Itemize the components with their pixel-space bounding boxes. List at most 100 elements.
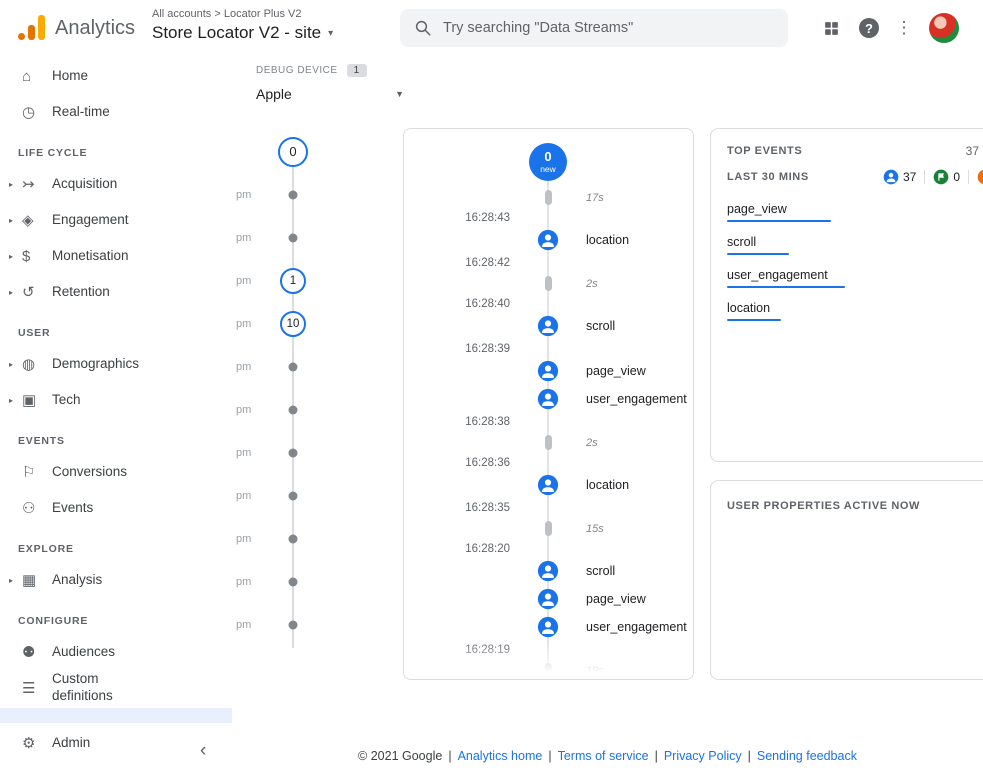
person-event-icon	[537, 560, 559, 582]
minute-label: pm	[236, 232, 251, 244]
stream-row-time: 16:28:36	[404, 454, 693, 471]
footer-link-terms-of-service[interactable]: Terms of service	[558, 749, 649, 763]
sidebar-item-admin[interactable]: ⚙Admin	[0, 725, 232, 761]
event-name[interactable]: user_engagement	[574, 392, 687, 406]
tech-icon: ▣	[20, 391, 52, 409]
footer-link-sending-feedback[interactable]: Sending feedback	[757, 749, 857, 763]
sidebar-item-analysis[interactable]: ▸▦Analysis	[0, 562, 232, 598]
debug-device-selected: Apple	[256, 86, 292, 102]
expand-arrow-icon[interactable]: ▸	[0, 252, 20, 261]
sidebar-item-label: Analysis	[52, 572, 102, 589]
breadcrumb[interactable]: All accounts > Locator Plus V2	[152, 8, 333, 20]
flag-icon	[933, 169, 949, 185]
counter-value: 37	[903, 170, 916, 184]
person-event-icon	[537, 315, 559, 337]
top-event-row[interactable]: location	[727, 301, 979, 321]
minute-count-circle[interactable]: 0	[278, 137, 308, 167]
apps-grid-icon[interactable]	[823, 20, 840, 37]
sidebar-item-acquisition[interactable]: ▸↣Acquisition	[0, 166, 232, 202]
minute-dot[interactable]	[289, 405, 298, 414]
expand-arrow-icon[interactable]: ▸	[0, 180, 20, 189]
new-events-badge[interactable]: 0new	[529, 143, 567, 181]
gap-bar	[545, 276, 552, 291]
top-events-total: 37	[966, 144, 979, 158]
user-icon	[883, 169, 899, 185]
expand-arrow-icon[interactable]: ▸	[0, 216, 20, 225]
sidebar-item-demographics[interactable]: ▸◍Demographics	[0, 346, 232, 382]
analysis-icon: ▦	[20, 571, 52, 589]
event-name[interactable]: scroll	[574, 319, 615, 333]
sidebar-item-custom-definitions[interactable]: ☰Custom definitions	[0, 670, 232, 706]
minute-dot[interactable]	[289, 620, 298, 629]
top-event-row[interactable]: scroll	[727, 235, 979, 255]
sidebar-item-conversions[interactable]: ⚐Conversions	[0, 454, 232, 490]
sidebar-item-tech[interactable]: ▸▣Tech	[0, 382, 232, 418]
sidebar-section-explore: EXPLORE	[0, 526, 232, 562]
timeline-minute-row: pm	[236, 345, 348, 388]
event-name[interactable]: page_view	[574, 592, 646, 606]
debug-device-count-badge: 1	[347, 64, 367, 77]
sidebar-item-retention[interactable]: ▸↺Retention	[0, 274, 232, 310]
kebab-menu-icon[interactable]: ⋮	[898, 18, 910, 38]
stream-row-time: 16:28:38	[404, 413, 693, 430]
minute-count-circle[interactable]: 10	[280, 311, 306, 337]
minute-dot[interactable]	[289, 448, 298, 457]
sidebar-collapse-button[interactable]: ‹	[200, 740, 206, 762]
stream-row-event: page_view	[404, 357, 693, 385]
footer-separator: |	[649, 749, 664, 763]
minute-dot[interactable]	[289, 190, 298, 199]
top-event-row[interactable]: user_engagement	[727, 268, 979, 288]
minute-dot[interactable]	[289, 233, 298, 242]
stream-row-time: 16:28:19	[404, 641, 693, 658]
sidebar-item-label: Audiences	[52, 644, 115, 661]
event-name[interactable]: user_engagement	[574, 620, 687, 634]
minute-dot[interactable]	[289, 534, 298, 543]
users-counter[interactable]: 37	[883, 169, 916, 185]
sidebar-item-label: Conversions	[52, 464, 127, 481]
avatar[interactable]	[929, 13, 959, 43]
expand-arrow-icon[interactable]: ▸	[0, 576, 20, 585]
timeline-minute-row: pm1	[236, 259, 348, 302]
sidebar-item-real-time[interactable]: ◷Real-time	[0, 94, 232, 130]
top-events-counters: 37 0	[883, 169, 983, 185]
property-switcher[interactable]: All accounts > Locator Plus V2 Store Loc…	[152, 8, 333, 43]
retention-icon: ↺	[20, 283, 52, 301]
top-event-row[interactable]: page_view	[727, 202, 979, 222]
analytics-logo[interactable]: Analytics	[18, 15, 135, 40]
footer-link-analytics-home[interactable]: Analytics home	[458, 749, 543, 763]
help-icon[interactable]: ?	[859, 18, 879, 38]
expand-arrow-icon[interactable]: ▸	[0, 288, 20, 297]
search-bar[interactable]	[400, 9, 788, 47]
footer-link-privacy-policy[interactable]: Privacy Policy	[664, 749, 742, 763]
footer-separator: |	[542, 749, 557, 763]
errors-counter[interactable]	[977, 169, 983, 185]
sidebar-selected-indicator[interactable]	[0, 708, 232, 723]
sidebar-item-audiences[interactable]: ⚉Audiences	[0, 634, 232, 670]
event-name[interactable]: page_view	[574, 364, 646, 378]
conversions-counter[interactable]: 0	[933, 169, 960, 185]
person-event-icon	[537, 388, 559, 410]
clock-icon: ◷	[20, 103, 52, 121]
minute-dot[interactable]	[289, 577, 298, 586]
sidebar-item-monetisation[interactable]: ▸$Monetisation	[0, 238, 232, 274]
top-events-title: TOP EVENTS	[727, 145, 802, 157]
expand-arrow-icon[interactable]: ▸	[0, 396, 20, 405]
debug-device-select[interactable]: Apple ▼	[256, 86, 404, 108]
minute-timeline: 0pmpmpm1pm10pmpmpmpmpmpmpm	[236, 130, 348, 674]
sidebar-item-home[interactable]: ⌂Home	[0, 58, 232, 94]
app-name: Analytics	[55, 17, 135, 40]
event-name[interactable]: scroll	[574, 564, 615, 578]
expand-arrow-icon[interactable]: ▸	[0, 360, 20, 369]
sidebar-item-engagement[interactable]: ▸◈Engagement	[0, 202, 232, 238]
minute-dot[interactable]	[289, 362, 298, 371]
debug-device-panel: DEBUG DEVICE 1 Apple ▼	[256, 64, 404, 108]
event-name[interactable]: location	[574, 233, 629, 247]
minute-count-circle[interactable]: 1	[280, 268, 306, 294]
minute-dot[interactable]	[289, 491, 298, 500]
event-name[interactable]: location	[574, 478, 629, 492]
person-event-icon	[537, 229, 559, 251]
search-input[interactable]	[443, 20, 774, 36]
minute-label: pm	[236, 318, 251, 330]
sidebar-item-events[interactable]: ⚇Events	[0, 490, 232, 526]
footer-links: © 2021 Google|Analytics home|Terms of se…	[232, 749, 983, 763]
